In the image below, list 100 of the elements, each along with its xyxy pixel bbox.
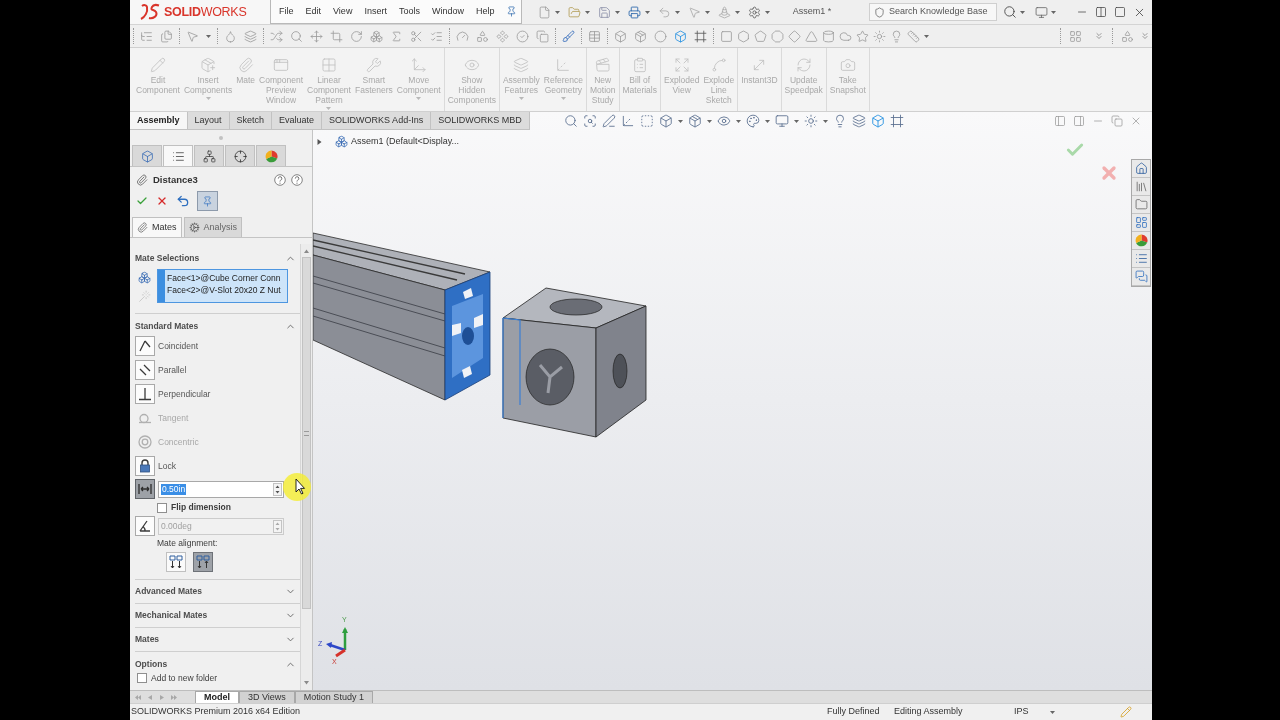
panel-tab[interactable] — [163, 145, 193, 166]
crop-icon[interactable] — [330, 29, 343, 43]
sun-icon[interactable] — [873, 29, 886, 43]
mate-type-button[interactable] — [135, 479, 155, 499]
command-tab[interactable]: SOLIDWORKS Add-Ins — [322, 112, 432, 130]
paperclip-icon[interactable] — [137, 222, 148, 233]
option-checkbox[interactable] — [137, 673, 147, 683]
menu-item[interactable]: Edit — [305, 4, 322, 19]
color-wheel-icon[interactable] — [1134, 234, 1148, 247]
axes-icon[interactable] — [620, 114, 635, 128]
chat-icon[interactable] — [1134, 270, 1148, 283]
cylinder-icon[interactable] — [822, 29, 835, 43]
section-title[interactable]: Mechanical Mates — [135, 609, 208, 622]
circle-icon[interactable] — [654, 29, 667, 43]
menu-item[interactable]: File — [279, 4, 294, 19]
tile-icon[interactable] — [1095, 6, 1107, 18]
caret-icon[interactable] — [735, 10, 740, 14]
x-icon[interactable] — [1099, 163, 1119, 183]
caret-icon[interactable] — [585, 10, 590, 14]
caret-icon[interactable] — [555, 10, 560, 14]
model-tab[interactable]: Motion Study 1 — [294, 691, 373, 703]
lightbulb-icon[interactable] — [890, 29, 903, 43]
dashed-square-icon[interactable] — [639, 114, 654, 128]
tree-list-icon[interactable] — [140, 29, 153, 43]
caret-icon[interactable] — [822, 119, 828, 123]
section-title[interactable]: Advanced Mates — [135, 585, 203, 598]
expand-arrow-icon[interactable] — [317, 138, 322, 145]
diamonds-icon[interactable] — [496, 29, 509, 43]
caret-icon[interactable] — [735, 119, 741, 123]
tree-item-label[interactable]: Assem1 (Default<Display... — [351, 135, 460, 149]
command-tab[interactable]: Evaluate — [272, 112, 323, 130]
monitor-icon[interactable] — [1035, 5, 1048, 19]
star-icon[interactable] — [856, 29, 869, 43]
menu-item[interactable]: View — [333, 4, 353, 19]
menu-item[interactable]: Window — [431, 4, 464, 19]
section-title[interactable]: Options — [135, 657, 168, 671]
mate-type-button[interactable] — [135, 336, 155, 356]
panel-tab[interactable] — [225, 145, 255, 166]
menu-item[interactable]: Help — [475, 4, 495, 19]
model-tab[interactable]: 3D Views — [239, 691, 295, 703]
menu-item[interactable]: Tools — [398, 4, 420, 19]
pin-icon[interactable] — [506, 6, 518, 17]
mode-tab[interactable]: Analysis — [183, 217, 243, 237]
pin-icon[interactable] — [202, 195, 213, 207]
scrollbar-track[interactable] — [300, 244, 312, 690]
home-icon[interactable] — [1134, 162, 1148, 175]
magnifier-icon[interactable] — [290, 29, 303, 43]
wand-icon[interactable] — [137, 290, 151, 303]
monitor-icon[interactable] — [774, 114, 789, 128]
caret-icon[interactable] — [764, 119, 770, 123]
cube-outline-icon[interactable] — [658, 114, 673, 128]
model-tab[interactable]: Model — [195, 691, 239, 703]
color-ball-icon[interactable] — [264, 149, 278, 163]
mode-tab[interactable]: Mates — [132, 217, 182, 237]
units-text[interactable]: IPS — [1014, 705, 1050, 719]
rotate-icon[interactable] — [350, 29, 363, 43]
flip-dimension-checkbox[interactable] — [157, 502, 167, 513]
boxes-icon[interactable] — [137, 271, 151, 284]
search-field[interactable]: Search Knowledge Base — [869, 3, 997, 21]
mate-type-button[interactable] — [135, 456, 155, 476]
check-circle-icon[interactable] — [516, 29, 529, 43]
search-icon[interactable] — [1003, 5, 1017, 19]
command-tab[interactable]: Assembly — [130, 112, 188, 130]
caret-icon[interactable] — [1051, 10, 1056, 14]
help-icon[interactable] — [274, 174, 286, 186]
list-icon[interactable] — [171, 149, 185, 163]
shapes-icon[interactable] — [1121, 29, 1134, 43]
square-icon[interactable] — [720, 29, 733, 43]
scroll-up-icon[interactable] — [303, 247, 310, 255]
magnifier-icon[interactable] — [563, 114, 578, 128]
caret-icon[interactable] — [793, 119, 799, 123]
folder-icon[interactable] — [1134, 198, 1148, 211]
panel-right-icon[interactable] — [1073, 115, 1085, 127]
caret-icon[interactable] — [1050, 710, 1055, 714]
books-icon[interactable] — [1134, 180, 1148, 193]
assembly-icon[interactable] — [335, 135, 348, 149]
cube-icon[interactable] — [140, 149, 154, 163]
diamond-icon[interactable] — [788, 29, 801, 43]
gear-icon[interactable] — [188, 222, 200, 233]
section-title[interactable]: Mate Selections — [135, 251, 200, 265]
right-arrow-icon[interactable] — [158, 693, 166, 701]
double-right-arrow-icon[interactable] — [170, 693, 178, 701]
mate-type-button[interactable] — [135, 360, 155, 380]
caret-icon[interactable] — [615, 10, 620, 14]
caret-icon[interactable] — [1020, 10, 1025, 14]
selection-item[interactable]: Face<1>@Cube Corner Conn — [167, 272, 281, 284]
copy-icon[interactable] — [536, 29, 549, 43]
chevrons-down-icon[interactable] — [1094, 31, 1104, 41]
crosshair-icon[interactable] — [233, 149, 247, 163]
section-title[interactable]: Mates — [135, 633, 160, 646]
menu-item[interactable]: Insert — [364, 4, 387, 19]
caret-icon[interactable] — [705, 10, 710, 14]
caret-icon[interactable] — [677, 119, 683, 123]
shapes-icon[interactable] — [476, 29, 489, 43]
save-icon[interactable] — [598, 5, 611, 19]
selection-item[interactable]: Face<2>@V-Slot 20x20 Z Nut — [167, 284, 281, 296]
scrollbar-thumb[interactable] — [302, 257, 311, 609]
caret-icon[interactable] — [645, 10, 650, 14]
pentagon-icon[interactable] — [754, 29, 767, 43]
shuffle-icon[interactable] — [270, 29, 283, 43]
